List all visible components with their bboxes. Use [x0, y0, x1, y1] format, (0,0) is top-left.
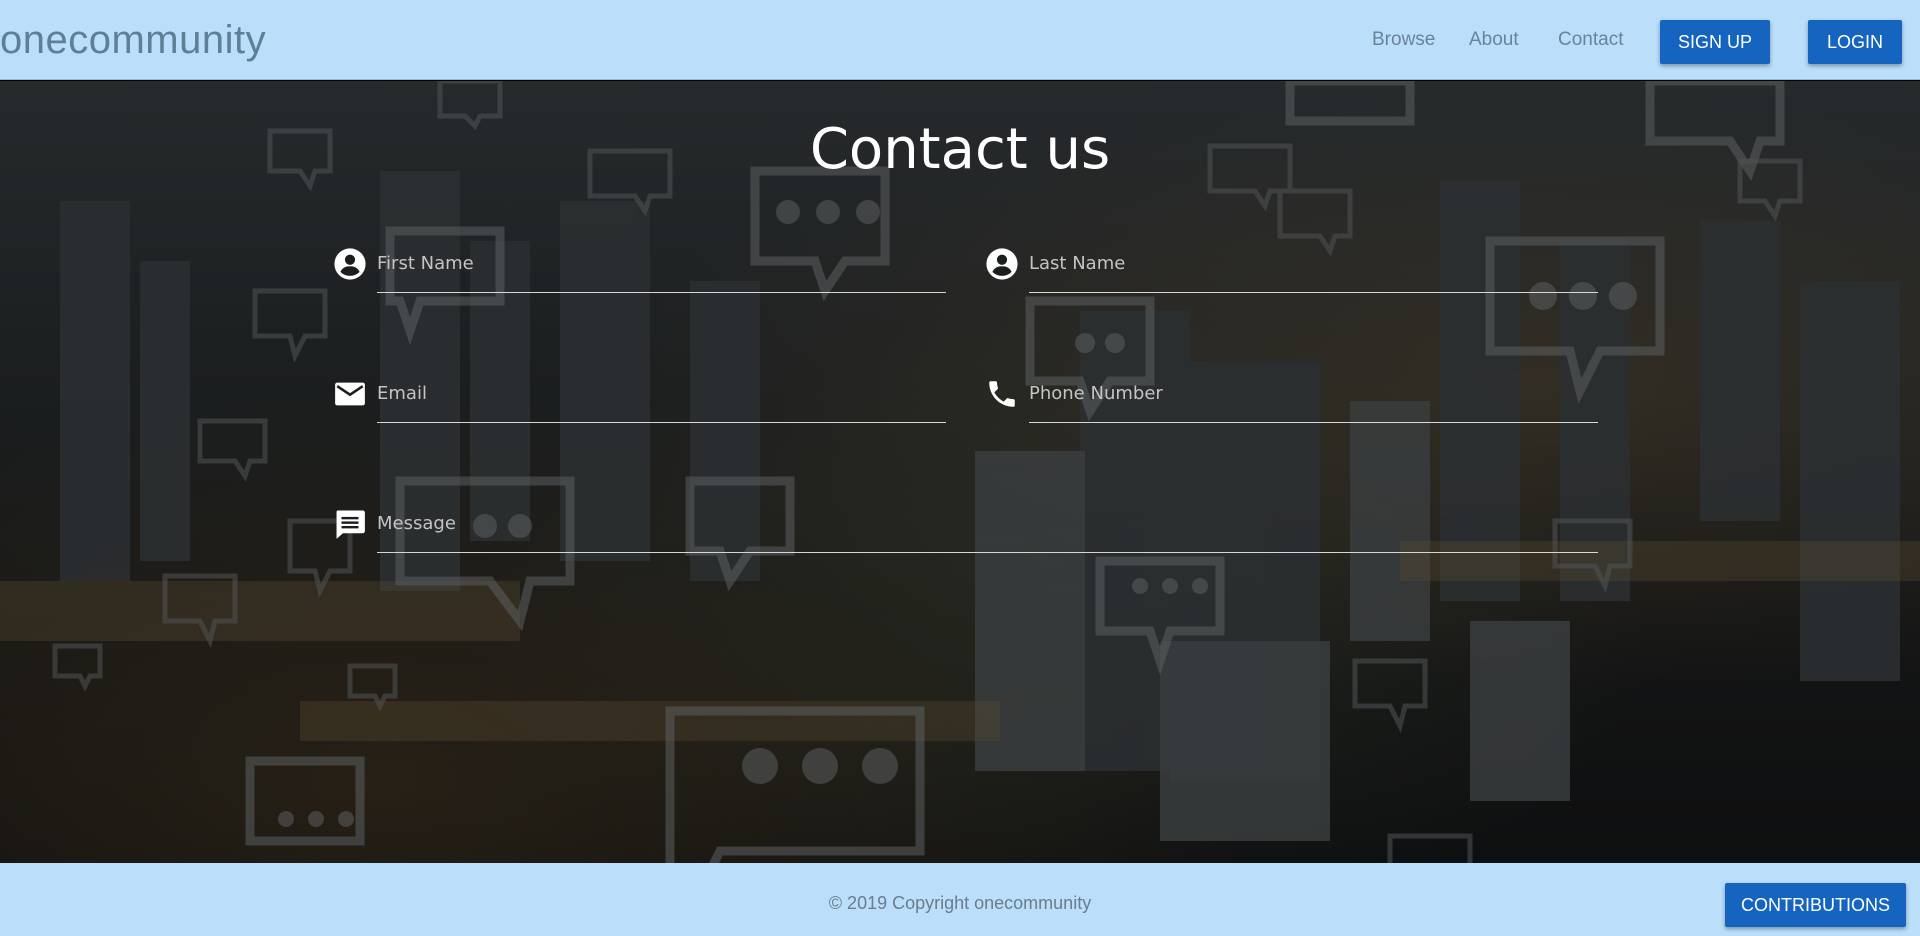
signup-button[interactable]: SIGN UP — [1660, 20, 1770, 64]
message-underline — [377, 552, 1598, 553]
brand-logo[interactable]: onecommunity — [0, 18, 266, 63]
account-circle-icon — [334, 248, 366, 280]
message-input[interactable]: Message — [377, 513, 456, 534]
footer: © 2019 Copyright onecommunity CONTRIBUTI… — [0, 863, 1920, 936]
phone-underline — [1029, 422, 1598, 423]
phone-field[interactable]: Phone Number — [985, 373, 1598, 423]
phone-icon — [989, 381, 1015, 407]
chat-bubble-pattern — [52, 81, 1803, 863]
last-name-underline — [1029, 292, 1598, 293]
nav-link-contact[interactable]: Contact — [1558, 29, 1623, 51]
last-name-field[interactable]: Last Name — [985, 243, 1598, 293]
email-field[interactable]: Email — [333, 373, 946, 423]
nav-link-about[interactable]: About — [1469, 29, 1519, 51]
copyright-text: © 2019 Copyright onecommunity — [828, 893, 1092, 913]
first-name-input[interactable]: First Name — [377, 253, 474, 274]
navbar: onecommunity Browse About Contact SIGN U… — [0, 0, 1920, 80]
message-field[interactable]: Message — [333, 503, 1598, 553]
email-input[interactable]: Email — [377, 383, 427, 404]
last-name-input[interactable]: Last Name — [1029, 253, 1125, 274]
account-circle-icon — [986, 248, 1018, 280]
login-button[interactable]: LOGIN — [1808, 20, 1902, 64]
contributions-button[interactable]: CONTRIBUTIONS — [1725, 883, 1906, 927]
page-title: Contact us — [809, 117, 1111, 182]
mail-icon — [335, 382, 365, 406]
first-name-underline — [377, 292, 946, 293]
email-underline — [377, 422, 946, 423]
first-name-field[interactable]: First Name — [333, 243, 946, 293]
phone-input[interactable]: Phone Number — [1029, 383, 1163, 404]
message-icon — [336, 510, 365, 539]
nav-link-browse[interactable]: Browse — [1372, 29, 1435, 51]
contact-hero: Contact us First Name Last Name Email Ph… — [0, 81, 1920, 863]
